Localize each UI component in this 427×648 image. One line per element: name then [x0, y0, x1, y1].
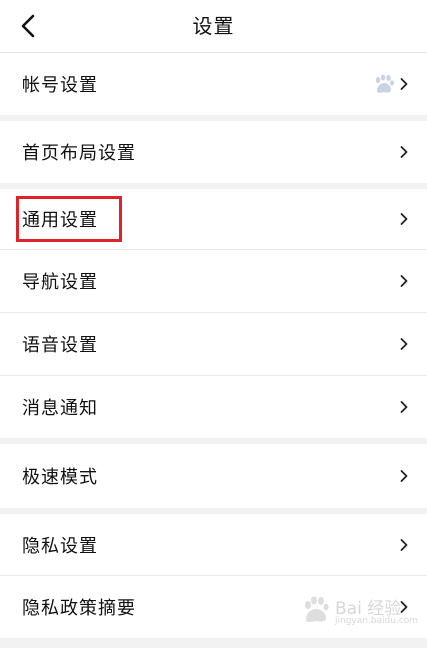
- settings-item-home-layout[interactable]: 首页布局设置: [0, 121, 427, 183]
- chevron-right-icon: [400, 146, 408, 158]
- settings-item-label: 导航设置: [22, 272, 98, 293]
- settings-item-label: 消息通知: [22, 398, 98, 419]
- page-title: 设置: [192, 14, 235, 38]
- settings-item-label: 首页布局设置: [22, 143, 136, 164]
- chevron-right-icon: [400, 538, 408, 551]
- settings-item-voice[interactable]: 语音设置: [0, 313, 427, 375]
- settings-item-speed-mode[interactable]: 极速模式: [0, 444, 427, 508]
- settings-item-label: 隐私设置: [22, 535, 98, 557]
- highlight-box: [16, 196, 122, 242]
- settings-item-account[interactable]: 帐号设置: [0, 53, 427, 115]
- settings-item-navigation[interactable]: 导航设置: [0, 250, 427, 312]
- chevron-right-icon: [400, 470, 408, 482]
- chevron-right-icon: [400, 401, 408, 413]
- watermark-url: jingyan.baidu.com: [335, 616, 419, 626]
- settings-item-label: 隐私政策摘要: [22, 598, 136, 619]
- settings-item-notifications[interactable]: 消息通知: [0, 376, 427, 438]
- chevron-right-icon: [400, 213, 408, 225]
- baidu-paw-icon: [305, 596, 329, 622]
- top-bar: 设置: [0, 0, 427, 53]
- baidu-paw-icon: [375, 74, 394, 93]
- settings-item-label: 极速模式: [22, 467, 98, 488]
- settings-item-label: 语音设置: [22, 335, 98, 356]
- watermark: Bai 经验 jingyan.baidu.com: [301, 592, 418, 636]
- settings-item-label: 帐号设置: [22, 75, 98, 96]
- chevron-right-icon: [400, 275, 408, 287]
- chevron-right-icon: [400, 338, 408, 350]
- settings-item-privacy[interactable]: 隐私设置: [0, 514, 427, 575]
- chevron-right-icon: [400, 78, 408, 90]
